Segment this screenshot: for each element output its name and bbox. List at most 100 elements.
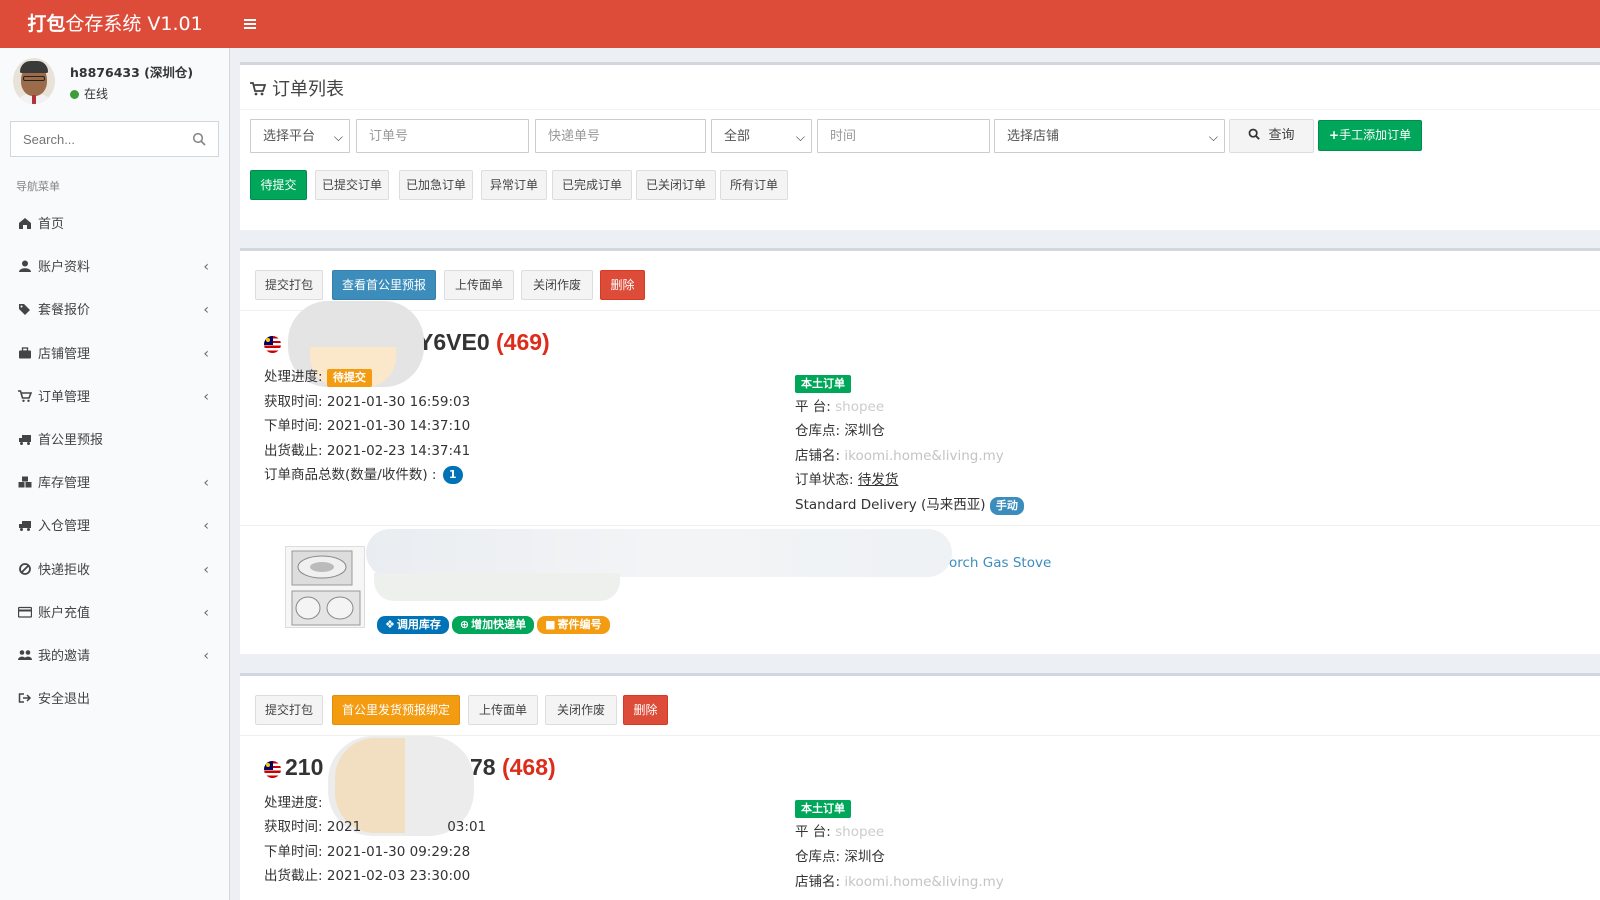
delivery-tag: 手动 (989, 497, 1024, 515)
user-status: 在线 (70, 85, 108, 102)
order-time-label: 下单时间: (264, 418, 323, 434)
platform-value: shopee (835, 824, 885, 840)
sidebar-toggle-icon[interactable] (238, 12, 262, 36)
sidebar-item-10[interactable]: 我的邀请 ‹ (0, 635, 229, 678)
logo-text: 仓存系统 V1.01 (65, 13, 203, 35)
sidebar-item-2[interactable]: 套餐报价 ‹ (0, 289, 229, 332)
product-action-label: 寄件编号 (557, 618, 602, 631)
status-select-value: 全部 (724, 128, 751, 143)
chevron-left-icon: ‹ (203, 302, 209, 319)
app-logo[interactable]: 打包仓存系统 V1.01 (0, 0, 230, 48)
order-action-button-1[interactable]: 查看首公里预报 (332, 270, 436, 300)
order-action-button-2[interactable]: 上传面单 (444, 270, 514, 300)
platform-value: shopee (835, 399, 885, 415)
tab-0[interactable]: 待提交 (250, 170, 307, 200)
sidebar-item-6[interactable]: 库存管理 ‹ (0, 462, 229, 505)
query-button[interactable]: 查询 (1229, 119, 1314, 153)
add-order-button[interactable]: +手工添加订单 (1318, 120, 1422, 151)
order-filter-box: 订单列表 选择平台 ⌵ 订单号 快递单号 全部 ⌵ 时间 选择店铺 ⌵ 查询 +手工添… (240, 62, 1600, 230)
page-title: 订单列表 (250, 75, 344, 101)
order-action-button-4[interactable]: 删除 (623, 695, 668, 725)
chevron-left-icon: ‹ (203, 518, 209, 535)
user-icon (19, 260, 31, 273)
local-order-tag: 本土订单 (795, 798, 851, 818)
sidebar-item-1[interactable]: 账户资料 ‹ (0, 246, 229, 289)
sidebar-item-7[interactable]: 入仓管理 ‹ (0, 505, 229, 548)
sidebar-item-11[interactable]: 安全退出 (0, 678, 229, 721)
order-card: 提交打包 查看首公里预报 上传面单 关闭作废 删除 Y6VE0 (469) 处理进度: … (240, 248, 1600, 654)
order-action-button-4[interactable]: 删除 (600, 270, 645, 300)
order-action-button-1[interactable]: 首公里发货预报绑定 (332, 695, 460, 725)
page-title-text: 订单列表 (272, 79, 344, 100)
search-icon[interactable] (192, 132, 206, 146)
briefcase-icon (19, 346, 31, 359)
fetch-time-label: 获取时间: (264, 394, 323, 410)
order-action-button-0[interactable]: 提交打包 (255, 270, 323, 300)
cubes-icon (18, 476, 32, 488)
sidebar-item-5[interactable]: 首公里预报 (0, 419, 229, 462)
sidebar-item-3[interactable]: 店铺管理 ‹ (0, 333, 229, 376)
shop-select[interactable]: 选择店铺 ⌵ (994, 119, 1225, 153)
shop-field: 店铺名: ikoomi.home&living.my (795, 446, 1004, 466)
sidebar-item-9[interactable]: 账户充值 ‹ (0, 592, 229, 635)
sidebar-item-8[interactable]: 快递拒收 ‹ (0, 549, 229, 592)
redacted-blur (366, 529, 952, 577)
product-action-1[interactable]: ⊕ 增加快递单 (451, 616, 535, 634)
truck-icon (19, 521, 31, 532)
sidebar: h8876433 (深圳仓) 在线 导航菜单 首页账户资料 ‹ 套餐报价 ‹ 店铺管理 ‹… (0, 48, 230, 900)
order-action-button-2[interactable]: 上传面单 (468, 695, 538, 725)
shop-select-value: 选择店铺 (1007, 128, 1060, 143)
platform-label: 平 台: (795, 824, 831, 840)
platform-select[interactable]: 选择平台 ⌵ (250, 119, 350, 153)
sidebar-item-label: 快递拒收 (38, 562, 91, 578)
product-action-2[interactable]: ■ 寄件编号 (537, 616, 610, 634)
order-count: (468) (501, 754, 556, 780)
progress-field: 处理进度: 待提交 (264, 367, 372, 387)
chevron-left-icon: ‹ (203, 388, 209, 405)
warehouse-label: 仓库点: (795, 849, 841, 865)
platform-select-value: 选择平台 (263, 128, 316, 143)
tab-3[interactable]: 异常订单 (481, 170, 547, 200)
order-no-input[interactable]: 订单号 (356, 119, 529, 153)
tab-1[interactable]: 已提交订单 (315, 170, 389, 200)
sidebar-item-0[interactable]: 首页 (0, 203, 229, 246)
tab-6[interactable]: 所有订单 (720, 170, 788, 200)
sidebar-menu: 首页 账户资料 ‹ 套餐报价 ‹ 店铺管理 ‹ 订单管理 ‹ 首公里预报 库存管理 ‹ 入仓管理 ‹ 快递拒… (0, 203, 229, 721)
product-action-0[interactable]: ❖ 调用库存 (377, 616, 449, 634)
avatar (13, 58, 55, 104)
cart-icon (250, 82, 266, 96)
order-count: (469) (496, 329, 550, 355)
tracking-no-input[interactable]: 快递单号 (535, 119, 706, 153)
ship-deadline-value: 2021-02-23 14:37:41 (326, 443, 471, 459)
progress-badge: 待提交 (326, 369, 372, 387)
sidebar-item-4[interactable]: 订单管理 ‹ (0, 376, 229, 419)
shop-field: 店铺名: ikoomi.home&living.my (795, 872, 1004, 892)
status-select[interactable]: 全部 ⌵ (711, 119, 812, 153)
time-input[interactable]: 时间 (817, 119, 990, 153)
local-order-tag: 本土订单 (795, 373, 851, 393)
order-action-button-3[interactable]: 关闭作废 (521, 270, 593, 300)
progress-field: 处理进度: (264, 795, 323, 811)
search-input[interactable] (11, 122, 181, 156)
order-status-link[interactable]: 待发货 (858, 472, 899, 488)
chevron-down-icon: ⌵ (795, 130, 805, 144)
tab-5[interactable]: 已关闭订单 (636, 170, 716, 200)
tags-icon (19, 304, 30, 316)
ban-icon (19, 562, 31, 575)
chevron-left-icon: ‹ (203, 475, 209, 492)
nav-header: 导航菜单 (16, 180, 60, 193)
product-image[interactable] (285, 546, 365, 628)
malaysia-flag-icon (264, 761, 281, 778)
sign-out-icon (18, 693, 32, 703)
fetch-time-value: 2021-01-30 16:59:03 (326, 394, 471, 410)
order-action-button-0[interactable]: 提交打包 (255, 695, 323, 725)
sidebar-item-label: 首公里预报 (38, 432, 104, 448)
fetch-time-label: 获取时间: (264, 819, 323, 835)
order-action-button-3[interactable]: 关闭作废 (545, 695, 617, 725)
order-number: Y6VE0 (469) (418, 329, 550, 356)
product-title-link[interactable]: orch Gas Stove (949, 555, 1051, 571)
tab-4[interactable]: 已完成订单 (552, 170, 632, 200)
tab-2[interactable]: 已加急订单 (399, 170, 473, 200)
order-number: 78 (468) (470, 754, 556, 781)
sidebar-item-label: 订单管理 (38, 389, 91, 405)
